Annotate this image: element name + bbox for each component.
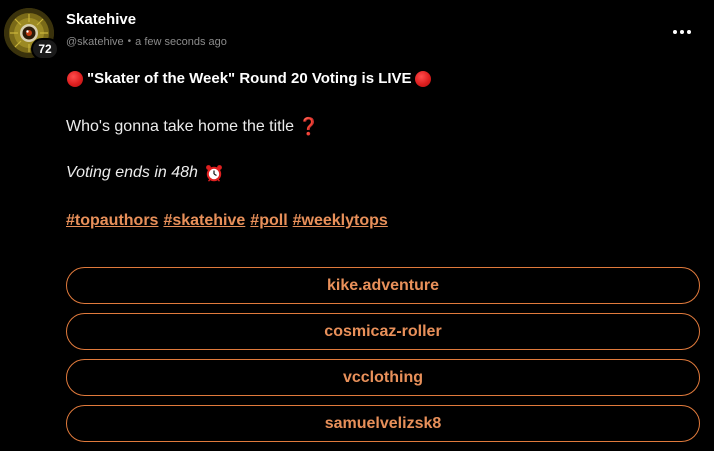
more-options-button[interactable] (668, 20, 696, 44)
red-circle-icon (414, 71, 431, 87)
post-meta: @skatehive • a few seconds ago (66, 34, 227, 50)
hashtag-link[interactable]: #poll (250, 210, 287, 232)
red-circle-icon (67, 71, 83, 87)
more-horizontal-icon (680, 30, 684, 34)
voting-deadline: Voting ends in 48h (66, 162, 686, 184)
question-mark-icon: ❓ (298, 117, 320, 136)
more-horizontal-icon (673, 30, 677, 34)
meta-separator: • (127, 36, 132, 47)
author-name[interactable]: Skatehive (66, 10, 227, 30)
hashtag-link[interactable]: #topauthors (66, 210, 158, 232)
poll-option[interactable]: samuelvelizsk8 (66, 405, 700, 442)
post-card: 72 Skatehive @skatehive • a few seconds … (0, 0, 714, 451)
avatar-container[interactable]: 72 (4, 8, 59, 62)
post-header: Skatehive @skatehive • a few seconds ago (66, 10, 227, 50)
post-question: Who's gonna take home the title ❓ (66, 116, 686, 138)
post-headline: "Skater of the Week" Round 20 Voting is … (66, 66, 686, 92)
hashtag-link[interactable]: #skatehive (163, 210, 245, 232)
hashtag-list: #topauthors #skatehive #poll #weeklytops (66, 210, 686, 232)
author-handle[interactable]: @skatehive (66, 34, 124, 50)
reputation-badge: 72 (31, 38, 59, 60)
voting-ends-text: Voting ends in 48h (66, 164, 198, 181)
question-text: Who's gonna take home the title (66, 118, 295, 135)
alarm-clock-icon (205, 164, 223, 182)
hashtag-link[interactable]: #weeklytops (293, 210, 388, 232)
post-body: "Skater of the Week" Round 20 Voting is … (66, 66, 686, 232)
headline-text: "Skater of the Week" Round 20 Voting is … (87, 70, 412, 87)
poll: kike.adventure cosmicaz-roller vcclothin… (66, 267, 700, 451)
more-horizontal-icon (687, 30, 691, 34)
poll-option[interactable]: cosmicaz-roller (66, 313, 700, 350)
poll-option[interactable]: vcclothing (66, 359, 700, 396)
post-timestamp[interactable]: a few seconds ago (135, 34, 227, 50)
poll-option[interactable]: kike.adventure (66, 267, 700, 304)
